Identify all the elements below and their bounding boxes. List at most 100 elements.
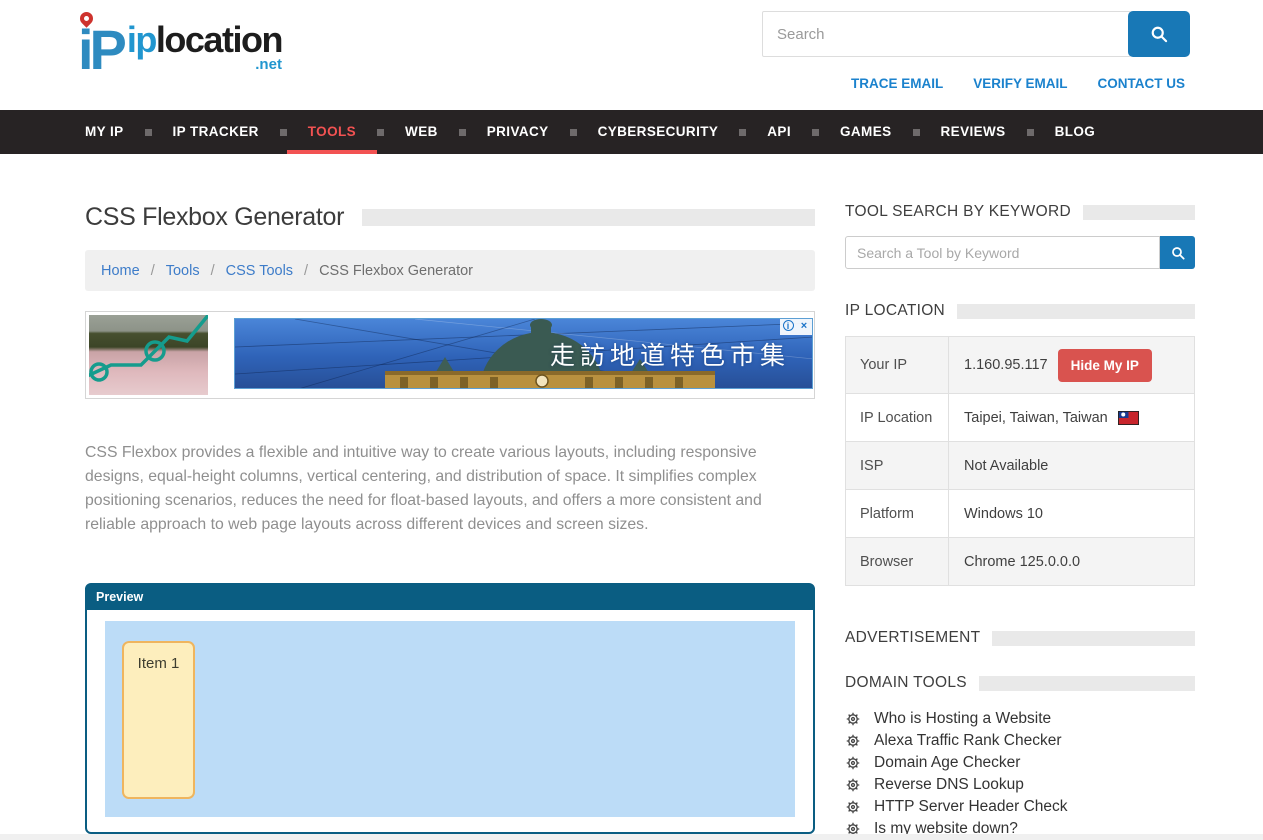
flex-container-preview: Item 1 bbox=[105, 621, 795, 817]
breadcrumb-separator: / bbox=[304, 263, 308, 279]
row-label: ISP bbox=[846, 442, 949, 489]
tool-search-button[interactable] bbox=[1160, 236, 1195, 269]
tool-search bbox=[845, 236, 1195, 269]
hide-my-ip-button[interactable]: Hide My IP bbox=[1058, 349, 1152, 382]
ad-close-icon[interactable]: × bbox=[796, 319, 812, 335]
gear-icon bbox=[845, 755, 861, 771]
tool-link-reverse-dns[interactable]: Reverse DNS Lookup bbox=[845, 774, 1195, 796]
ad-banner[interactable]: 走訪地道特色市集 i × bbox=[85, 311, 815, 399]
nav-item-cybersecurity[interactable]: CYBERSECURITY bbox=[577, 110, 740, 154]
gear-icon bbox=[845, 733, 861, 749]
nav-separator bbox=[280, 129, 287, 136]
ad-image-right[interactable]: 走訪地道特色市集 i × bbox=[234, 318, 813, 389]
trace-email-link[interactable]: TRACE EMAIL bbox=[851, 76, 943, 91]
tool-search-input[interactable] bbox=[845, 236, 1160, 269]
breadcrumb-separator: / bbox=[211, 263, 215, 279]
search-input[interactable] bbox=[762, 11, 1131, 57]
ip-location-value: Taipei, Taiwan, Taiwan bbox=[964, 410, 1108, 426]
logo-monogram-text: iP bbox=[78, 18, 123, 81]
row-label: Browser bbox=[846, 538, 949, 585]
ip-info-table: Your IP 1.160.95.117 Hide My IP IP Locat… bbox=[845, 336, 1195, 586]
ip-address-value: 1.160.95.117 bbox=[964, 357, 1048, 373]
flex-item-preview: Item 1 bbox=[122, 641, 195, 799]
breadcrumb-css-tools[interactable]: CSS Tools bbox=[226, 263, 293, 279]
nav-item-reviews[interactable]: REVIEWS bbox=[920, 110, 1027, 154]
isp-value: Not Available bbox=[964, 458, 1048, 474]
nav-item-ip-tracker[interactable]: IP TRACKER bbox=[152, 110, 280, 154]
heading-bar bbox=[957, 304, 1195, 319]
section-divider bbox=[0, 834, 1263, 840]
tool-description: CSS Flexbox provides a flexible and intu… bbox=[85, 441, 797, 538]
table-row-ip-location: IP Location Taipei, Taiwan, Taiwan bbox=[846, 393, 1194, 441]
browser-value: Chrome 125.0.0.0 bbox=[964, 554, 1080, 570]
logo-location-text: location bbox=[156, 19, 282, 60]
row-label: Platform bbox=[846, 490, 949, 537]
header-links: TRACE EMAIL VERIFY EMAIL CONTACT US bbox=[851, 76, 1185, 91]
search-icon bbox=[1170, 245, 1186, 261]
breadcrumb-current: CSS Flexbox Generator bbox=[319, 263, 473, 279]
ad-route-graphic bbox=[89, 315, 208, 395]
tool-link-who-is-hosting[interactable]: Who is Hosting a Website bbox=[845, 708, 1195, 730]
sidebar: TOOL SEARCH BY KEYWORD IP LOCATION Your … bbox=[845, 154, 1195, 840]
nav-separator bbox=[145, 129, 152, 136]
logo-wordmark: iplocation .net bbox=[123, 22, 282, 76]
tool-link-http-header[interactable]: HTTP Server Header Check bbox=[845, 796, 1195, 818]
site-header: iP iplocation .net TRACE EMAIL VERIFY EM… bbox=[0, 0, 1263, 110]
ip-location-heading: IP LOCATION bbox=[845, 302, 1195, 320]
nav-item-api[interactable]: API bbox=[746, 110, 812, 154]
nav-item-my-ip[interactable]: MY IP bbox=[64, 110, 145, 154]
title-decoration-bar bbox=[362, 209, 815, 226]
verify-email-link[interactable]: VERIFY EMAIL bbox=[973, 76, 1067, 91]
domain-tools-heading: DOMAIN TOOLS bbox=[845, 674, 1195, 692]
nav-separator bbox=[570, 129, 577, 136]
nav-item-tools[interactable]: TOOLS bbox=[287, 110, 377, 154]
nav-item-games[interactable]: GAMES bbox=[819, 110, 913, 154]
search-button[interactable] bbox=[1128, 11, 1190, 57]
main-nav: MY IP IP TRACKER TOOLS WEB PRIVACY CYBER… bbox=[0, 110, 1263, 154]
breadcrumb-tools[interactable]: Tools bbox=[166, 263, 200, 279]
nav-separator bbox=[377, 129, 384, 136]
breadcrumb-home[interactable]: Home bbox=[101, 263, 140, 279]
platform-value: Windows 10 bbox=[964, 506, 1043, 522]
nav-item-blog[interactable]: BLOG bbox=[1034, 110, 1117, 154]
gear-icon bbox=[845, 799, 861, 815]
table-row-browser: Browser Chrome 125.0.0.0 bbox=[846, 537, 1194, 585]
gear-icon bbox=[845, 777, 861, 793]
logo-monogram: iP bbox=[78, 10, 123, 76]
table-row-isp: ISP Not Available bbox=[846, 441, 1194, 489]
nav-separator bbox=[913, 129, 920, 136]
contact-us-link[interactable]: CONTACT US bbox=[1098, 76, 1186, 91]
page-content: CSS Flexbox Generator Home / Tools / CSS… bbox=[0, 154, 1263, 840]
nav-separator bbox=[459, 129, 466, 136]
breadcrumb-separator: / bbox=[151, 263, 155, 279]
row-label: Your IP bbox=[846, 337, 949, 393]
header-search bbox=[762, 11, 1190, 57]
breadcrumb: Home / Tools / CSS Tools / CSS Flexbox G… bbox=[85, 250, 815, 291]
heading-bar bbox=[979, 676, 1195, 691]
nav-item-privacy[interactable]: PRIVACY bbox=[466, 110, 570, 154]
page-title: CSS Flexbox Generator bbox=[85, 203, 344, 232]
advertisement-heading: ADVERTISEMENT bbox=[845, 629, 1195, 647]
tool-search-heading: TOOL SEARCH BY KEYWORD bbox=[845, 203, 1195, 221]
ad-overlay-text: 走訪地道特色市集 bbox=[550, 336, 790, 372]
preview-panel: Preview Item 1 bbox=[85, 583, 815, 834]
domain-tools-list: Who is Hosting a Website Alexa Traffic R… bbox=[845, 708, 1195, 840]
ad-info-icon[interactable]: i bbox=[780, 319, 796, 335]
heading-bar bbox=[1083, 205, 1195, 220]
nav-separator bbox=[812, 129, 819, 136]
preview-body: Item 1 bbox=[87, 610, 813, 832]
tool-link-domain-age[interactable]: Domain Age Checker bbox=[845, 752, 1195, 774]
heading-bar bbox=[992, 631, 1195, 646]
site-logo[interactable]: iP iplocation .net bbox=[78, 10, 282, 76]
table-row-your-ip: Your IP 1.160.95.117 Hide My IP bbox=[846, 337, 1194, 393]
taiwan-flag-icon bbox=[1118, 411, 1139, 425]
logo-ip-text: ip bbox=[127, 19, 156, 60]
nav-item-web[interactable]: WEB bbox=[384, 110, 459, 154]
tool-link-alexa-rank[interactable]: Alexa Traffic Rank Checker bbox=[845, 730, 1195, 752]
ad-image-left[interactable] bbox=[89, 315, 208, 395]
gear-icon bbox=[845, 711, 861, 727]
nav-separator bbox=[1027, 129, 1034, 136]
row-label: IP Location bbox=[846, 394, 949, 441]
main-column: CSS Flexbox Generator Home / Tools / CSS… bbox=[85, 154, 815, 840]
table-row-platform: Platform Windows 10 bbox=[846, 489, 1194, 537]
